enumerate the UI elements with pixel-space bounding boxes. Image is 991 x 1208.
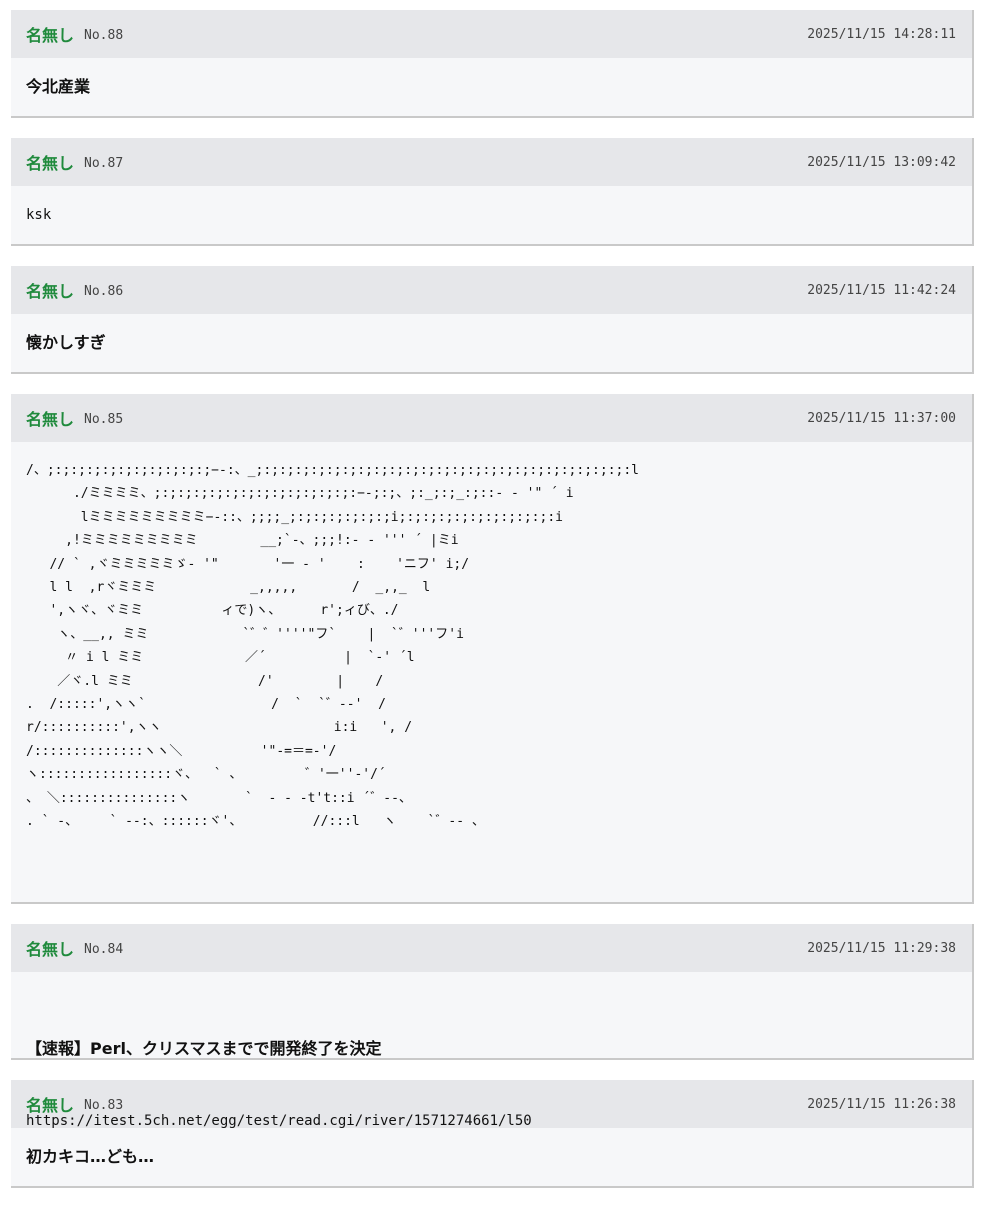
post-83: 名無し No.83 2025/11/15 11:26:38 初カキコ…ども… bbox=[11, 1080, 974, 1188]
post-number[interactable]: No.85 bbox=[84, 412, 123, 427]
post-84: 名無し No.84 2025/11/15 11:29:38 【速報】Perl、ク… bbox=[11, 924, 974, 1129]
post-number[interactable]: No.87 bbox=[84, 156, 123, 171]
post-86: 名無し No.86 2025/11/15 11:42:24 懐かしすぎ bbox=[11, 266, 974, 374]
poster-name[interactable]: 名無し bbox=[26, 1092, 74, 1116]
post-88: 名無し No.88 2025/11/15 14:28:11 今北産業 bbox=[11, 10, 974, 118]
post-number[interactable]: No.83 bbox=[84, 1098, 123, 1113]
ascii-art-body: /、;:;:;:;:;:;:;:;:;:;:;−-:、_;:;:;:;:;:;:… bbox=[26, 463, 639, 830]
post-header: 名無し No.84 2025/11/15 11:29:38 bbox=[11, 924, 972, 972]
post-number[interactable]: No.88 bbox=[84, 28, 123, 43]
poster-name[interactable]: 名無し bbox=[26, 22, 74, 46]
post-datetime: 2025/11/15 11:37:00 bbox=[807, 410, 956, 426]
thread-post-list: 名無し No.88 2025/11/15 14:28:11 今北産業 名無し N… bbox=[11, 10, 974, 1208]
poster-name[interactable]: 名無し bbox=[26, 278, 74, 302]
post-header: 名無し No.85 2025/11/15 11:37:00 bbox=[11, 394, 972, 442]
post-number[interactable]: No.84 bbox=[84, 942, 123, 957]
post-datetime: 2025/11/15 14:28:11 bbox=[807, 26, 956, 42]
post-85: 名無し No.85 2025/11/15 11:37:00 /、;:;:;:;:… bbox=[11, 394, 974, 904]
post-datetime: 2025/11/15 11:29:38 bbox=[807, 940, 956, 956]
post-headline: 【速報】Perl、クリスマスまでで開発終了を決定 bbox=[26, 1039, 382, 1058]
post-body: 初カキコ…ども… bbox=[26, 1147, 155, 1166]
post-87: 名無し No.87 2025/11/15 13:09:42 ksk bbox=[11, 138, 974, 246]
post-body: ksk bbox=[26, 207, 52, 223]
poster-name[interactable]: 名無し bbox=[26, 406, 74, 430]
post-datetime: 2025/11/15 11:26:38 bbox=[807, 1096, 956, 1112]
post-header: 名無し No.87 2025/11/15 13:09:42 bbox=[11, 138, 972, 186]
post-body: 今北産業 bbox=[26, 77, 91, 96]
poster-name[interactable]: 名無し bbox=[26, 936, 74, 960]
post-datetime: 2025/11/15 11:42:24 bbox=[807, 282, 956, 298]
post-body: 懐かしすぎ bbox=[26, 333, 106, 352]
poster-name[interactable]: 名無し bbox=[26, 150, 74, 174]
post-datetime: 2025/11/15 13:09:42 bbox=[807, 154, 956, 170]
post-header: 名無し No.86 2025/11/15 11:42:24 bbox=[11, 266, 972, 314]
post-number[interactable]: No.86 bbox=[84, 284, 123, 299]
post-header: 名無し No.88 2025/11/15 14:28:11 bbox=[11, 10, 972, 58]
